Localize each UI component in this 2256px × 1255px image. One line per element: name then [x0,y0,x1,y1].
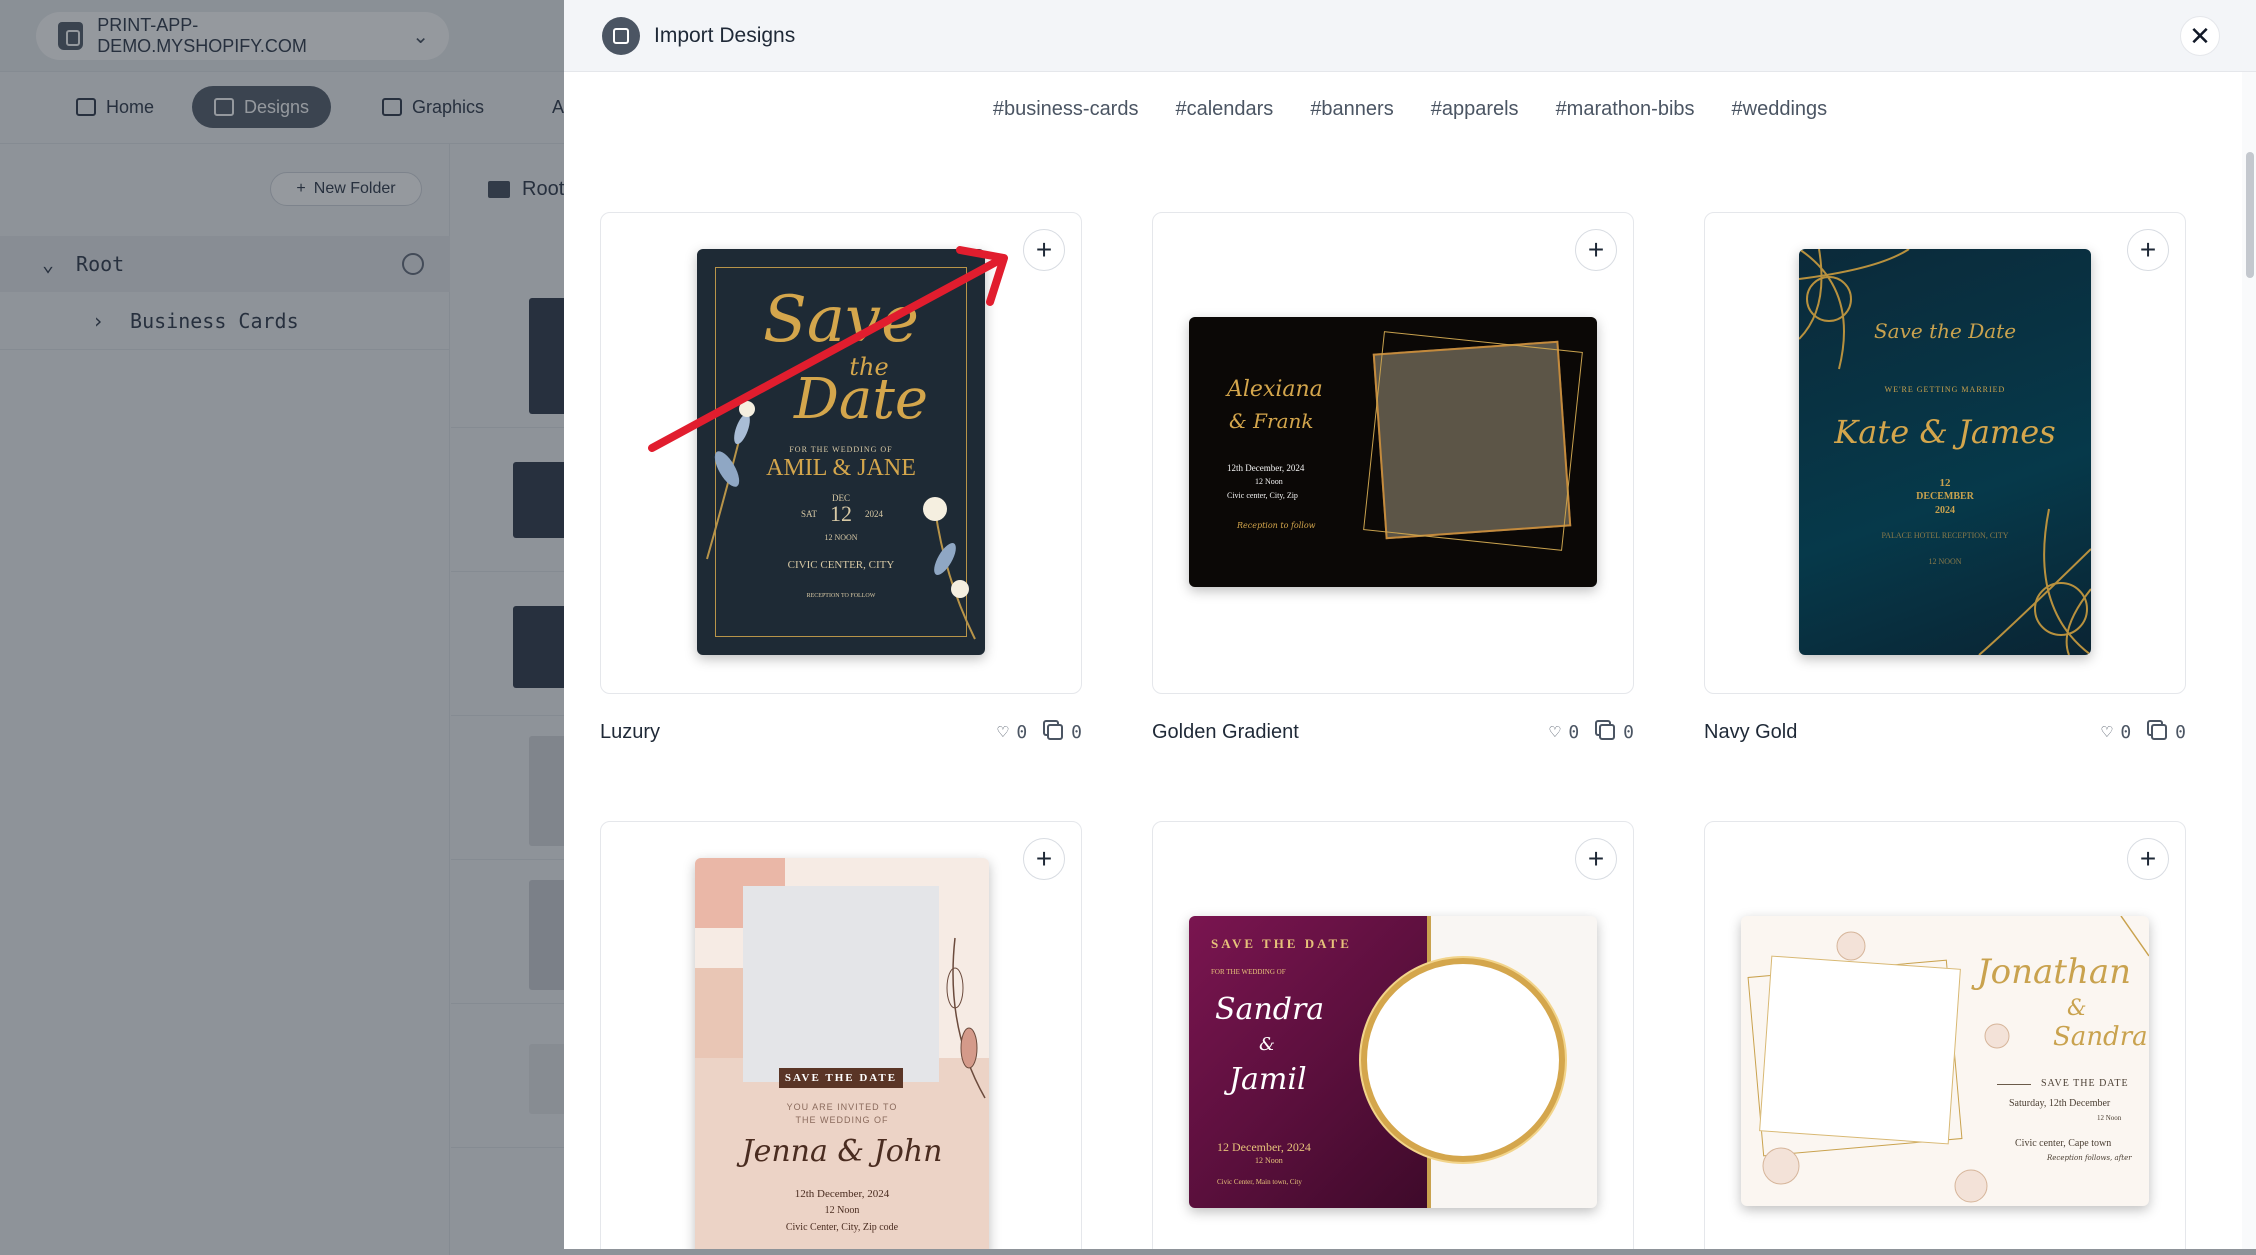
modal-title: Import Designs [654,24,796,47]
likes-stat[interactable]: ♡ 0 [2101,722,2131,743]
likes-count: 0 [1016,721,1028,743]
copies-stat[interactable]: 0 [1047,722,1082,743]
import-designs-modal: Import Designs ✕ #business-cards #calend… [564,0,2256,1249]
art-couple: Jenna & John [741,1134,943,1169]
design-preview: Save the Date FOR THE WEDDING OF AMIL & … [697,249,985,655]
copies-stat[interactable]: 0 [1599,722,1634,743]
add-design-button[interactable]: + [1023,229,1065,271]
design-card-4[interactable]: + SAVE THE DATE YOU ARE INVITED TO THE W… [600,821,1082,1249]
art-venue: Civic Center, Main town, City [1217,1178,1302,1186]
leaf-decoration [946,937,986,1099]
likes-count: 0 [1568,721,1580,743]
art-title: SAVE THE DATE [1211,936,1352,951]
art-name2: & Frank [1229,409,1314,433]
design-stats: ♡ 0 0 [997,722,1082,743]
design-card-6[interactable]: + Jonathan & Sandra SAVE THE DATE Saturd… [1704,821,2186,1249]
heart-icon: ♡ [1549,721,1561,743]
art-year: 2024 [1935,505,1955,516]
design-preview: SAVE THE DATE FOR THE WEDDING OF Sandra … [1189,916,1597,1208]
tag-marathon-bibs[interactable]: #marathon-bibs [1556,98,1695,121]
design-preview: SAVE THE DATE YOU ARE INVITED TO THE WED… [695,858,989,1249]
design-card-luzury[interactable]: + Save the Date FOR THE WEDDING OF AMIL … [600,212,1082,694]
tag-calendars[interactable]: #calendars [1175,98,1273,121]
design-preview: Alexiana & Frank 12th December, 2024 12 … [1189,317,1597,587]
art-time: 12 NOON [1928,557,1962,566]
modal-header: Import Designs ✕ [564,0,2256,72]
design-preview: Jonathan & Sandra SAVE THE DATE Saturday… [1741,916,2149,1206]
add-design-button[interactable]: + [1023,838,1065,880]
leaf-decoration [706,401,755,560]
design-card-navy-gold[interactable]: + Save the Date WE'RE GETTING MARRIED Ka… [1704,212,2186,694]
tag-filter-bar: #business-cards #calendars #banners #app… [564,98,2256,121]
card-footer: Luzury ♡ 0 0 [600,712,1082,752]
art-couple: Kate & James [1834,413,2056,451]
art-amp: & [1259,1034,1276,1055]
art-date: 12th December, 2024 [1227,463,1305,473]
design-stats: ♡ 0 0 [2101,722,2186,743]
likes-count: 0 [2120,721,2132,743]
art-time: 12 Noon [824,1205,860,1216]
art-time: 12 Noon [1255,1156,1283,1165]
art-month: DECEMBER [1916,491,1974,502]
gold-floral-decoration [1799,249,2091,655]
art-date: 12 December, 2024 [1217,1140,1311,1154]
art-venue: PALACE HOTEL RECEPTION, CITY [1881,531,2009,540]
flower-decoration [923,497,976,640]
art-reception: Reception to follow [1237,521,1316,530]
add-design-button[interactable]: + [1575,229,1617,271]
card-footer: Navy Gold ♡ 0 0 [1704,712,2186,752]
art-day: 12 [1939,477,1951,489]
scroll-thumb[interactable] [2246,152,2254,278]
photo-circle [1361,958,1565,1162]
design-stats: ♡ 0 0 [1549,722,1634,743]
art-venue: Civic Center, City, Zip code [785,1222,899,1233]
art-name1: Alexiana [1227,377,1323,402]
copies-count: 0 [1071,721,1082,743]
add-design-button[interactable]: + [1575,838,1617,880]
tag-weddings[interactable]: #weddings [1732,98,1828,121]
art-for-line: FOR THE WEDDING OF [1211,968,1286,976]
close-button[interactable]: ✕ [2180,16,2220,56]
card-footer: Golden Gradient ♡ 0 0 [1152,712,1634,752]
tag-banners[interactable]: #banners [1310,98,1393,121]
add-design-button[interactable]: + [2127,838,2169,880]
modal-scrollbar[interactable] [2242,72,2256,1249]
copies-count: 0 [1623,721,1634,743]
floral-decoration [1762,916,2149,1203]
design-name: Luzury [600,720,661,743]
art-venue: Civic center, City, Zip [1227,491,1298,500]
heart-icon: ♡ [997,721,1009,743]
photo-placeholder [743,886,939,1082]
art-invite2: THE WEDDING OF [795,1115,889,1125]
art-title-save: Save [762,283,920,357]
art-date: 12th December, 2024 [794,1188,890,1200]
design-card-5[interactable]: + SAVE THE DATE FOR THE WEDDING OF Sandr… [1152,821,1634,1249]
art-day: SAT [801,509,818,519]
tag-apparels[interactable]: #apparels [1431,98,1519,121]
design-preview: Save the Date WE'RE GETTING MARRIED Kate… [1799,249,2091,655]
art-title: Save the Date [1873,319,2017,343]
copies-stat[interactable]: 0 [2151,722,2186,743]
add-design-button[interactable]: + [2127,229,2169,271]
art-banner: SAVE THE DATE [779,1068,903,1088]
design-name: Navy Gold [1704,720,1798,743]
art-name2: Jamil [1229,1062,1307,1097]
design-name: Golden Gradient [1152,720,1299,743]
art-time: 12 Noon [1255,477,1283,486]
copy-icon [1599,724,1616,740]
tag-business-cards[interactable]: #business-cards [993,98,1139,121]
likes-stat[interactable]: ♡ 0 [1549,722,1579,743]
copy-icon [2151,724,2168,740]
copies-count: 0 [2175,721,2186,743]
import-icon [602,17,640,55]
frame-outline [1363,331,1583,551]
art-name1: Sandra [1215,992,1325,1027]
art-year: 2024 [865,509,883,519]
art-sub: WE'RE GETTING MARRIED [1884,385,2006,394]
design-card-golden-gradient[interactable]: + Alexiana & Frank 12th December, 2024 1… [1152,212,1634,694]
copy-icon [1047,724,1064,740]
heart-icon: ♡ [2101,721,2113,743]
likes-stat[interactable]: ♡ 0 [997,722,1027,743]
